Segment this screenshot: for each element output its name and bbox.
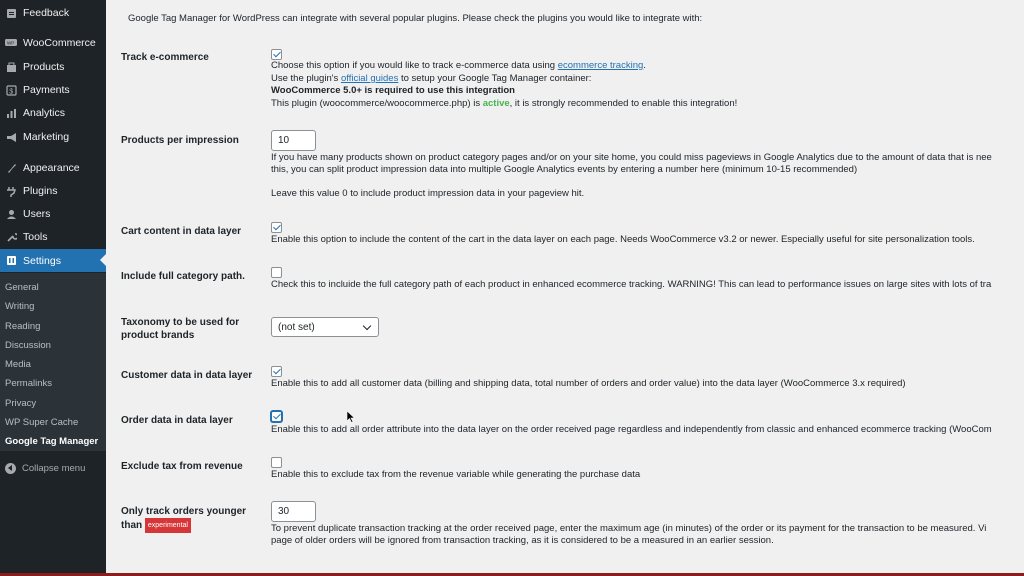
only-track-orders-label: Only track orders younger than experimen… xyxy=(121,505,256,533)
svg-text:WP: WP xyxy=(7,41,14,46)
sidebar-item-label: Feedback xyxy=(23,7,70,19)
plugin-active-status: active xyxy=(482,98,510,109)
submenu-item-google-tag-manager[interactable]: Google Tag Manager xyxy=(5,436,98,447)
sidebar-item-label: WooCommerce xyxy=(23,37,96,49)
taxonomy-brands-select[interactable]: (not set) xyxy=(271,317,379,337)
taxonomy-brands-selected-value: (not set) xyxy=(278,321,315,333)
products-per-impression-label: Products per impression xyxy=(121,135,239,146)
sidebar-item-products[interactable]: Products xyxy=(0,56,106,78)
sidebar-item-label: Payments xyxy=(23,84,70,96)
sidebar-item-woocommerce[interactable]: WP WooCommerce xyxy=(0,32,106,54)
settings-icon xyxy=(5,255,17,267)
desc-text: Use the plugin's xyxy=(271,73,341,84)
collapse-arrow-icon xyxy=(5,462,16,474)
appearance-icon xyxy=(5,162,17,174)
submenu-item-media[interactable]: Media xyxy=(5,359,31,370)
sidebar-item-label: Users xyxy=(23,208,51,220)
sidebar-item-users[interactable]: Users xyxy=(0,203,106,225)
products-per-impression-input[interactable] xyxy=(271,130,316,151)
full-category-path-desc: Check this to incluide the full category… xyxy=(271,279,992,290)
official-guides-link[interactable]: official guides xyxy=(341,73,398,84)
cart-content-label: Cart content in data layer xyxy=(121,226,242,237)
desc-text: This plugin (woocommerce/woocommerce.php… xyxy=(271,98,483,109)
settings-main-content: Google Tag Manager for WordPress can int… xyxy=(106,0,1024,576)
payments-icon: $ xyxy=(5,84,17,96)
submenu-item-general[interactable]: General xyxy=(5,282,39,293)
sidebar-item-marketing[interactable]: Marketing xyxy=(0,126,106,148)
order-data-checkbox[interactable] xyxy=(271,411,282,422)
sidebar-item-label: Plugins xyxy=(23,185,58,197)
products-per-impression-desc-line1: If you have many products shown on produ… xyxy=(271,152,992,163)
full-category-path-checkbox[interactable] xyxy=(271,267,282,278)
products-icon xyxy=(5,61,17,73)
order-data-desc: Enable this to add all order attribute i… xyxy=(271,424,992,435)
exclude-tax-checkbox[interactable] xyxy=(271,457,282,468)
integration-intro-text: Google Tag Manager for WordPress can int… xyxy=(128,13,703,24)
svg-text:$: $ xyxy=(9,88,13,95)
sidebar-item-label: Tools xyxy=(23,231,48,243)
submenu-item-privacy[interactable]: Privacy xyxy=(5,398,36,409)
track-ecommerce-desc-line2: Use the plugin's official guides to setu… xyxy=(271,73,591,86)
analytics-icon xyxy=(5,107,17,119)
cart-content-desc: Enable this option to include the conten… xyxy=(271,234,975,245)
submenu-item-permalinks[interactable]: Permalinks xyxy=(5,378,52,389)
track-ecommerce-label: Track e-commerce xyxy=(121,52,209,63)
order-data-label: Order data in data layer xyxy=(121,415,233,426)
only-track-orders-desc-line2: page of older orders will be ignored fro… xyxy=(271,535,774,546)
sidebar-item-analytics[interactable]: Analytics xyxy=(0,102,106,124)
submenu-item-reading[interactable]: Reading xyxy=(5,321,40,332)
plugins-icon xyxy=(5,185,17,197)
sidebar-item-feedback[interactable]: Feedback xyxy=(0,2,106,24)
desc-text: Choose this option if you would like to … xyxy=(271,60,558,71)
only-track-orders-input[interactable] xyxy=(271,501,316,522)
track-ecommerce-checkbox[interactable] xyxy=(271,49,282,60)
sidebar-item-tools[interactable]: Tools xyxy=(0,226,106,248)
exclude-tax-label: Exclude tax from revenue xyxy=(121,461,243,472)
track-ecommerce-desc-line1: Choose this option if you would like to … xyxy=(271,60,646,73)
woocommerce-icon: WP xyxy=(5,37,17,49)
submenu-item-discussion[interactable]: Discussion xyxy=(5,340,51,351)
desc-text: , it is strongly recommended to enable t… xyxy=(509,98,738,109)
full-category-path-label: Include full category path. xyxy=(121,271,245,282)
sidebar-item-label: Products xyxy=(23,61,65,73)
sidebar-item-label: Settings xyxy=(23,254,61,267)
sidebar-item-plugins[interactable]: Plugins xyxy=(0,180,106,202)
customer-data-label: Customer data in data layer xyxy=(121,370,253,381)
desc-text: to setup your Google Tag Manager contain… xyxy=(398,73,592,84)
settings-submenu: General Writing Reading Discussion Media… xyxy=(0,273,106,451)
submenu-item-writing[interactable]: Writing xyxy=(5,301,34,312)
woocommerce-requirement: WooCommerce 5.0+ is required to use this… xyxy=(271,85,515,96)
cart-content-checkbox[interactable] xyxy=(271,222,282,233)
customer-data-checkbox[interactable] xyxy=(271,366,282,377)
products-per-impression-desc-line2: this, you can split product impression d… xyxy=(271,164,858,175)
only-track-orders-desc-line1: To prevent duplicate transaction trackin… xyxy=(271,523,987,534)
sidebar-item-label: Marketing xyxy=(23,131,70,143)
sidebar-item-payments[interactable]: $ Payments xyxy=(0,79,106,101)
marketing-icon xyxy=(5,131,17,143)
sidebar-item-label: Analytics xyxy=(23,107,66,119)
sidebar-item-settings[interactable]: Settings xyxy=(0,249,106,272)
submenu-item-wp-super-cache[interactable]: WP Super Cache xyxy=(5,417,78,428)
exclude-tax-desc: Enable this to exclude tax from the reve… xyxy=(271,469,641,480)
collapse-menu-label: Collapse menu xyxy=(22,462,86,474)
experimental-badge: experimental xyxy=(144,518,191,533)
feedback-icon xyxy=(5,7,17,19)
collapse-menu-button[interactable]: Collapse menu xyxy=(0,459,106,477)
sidebar-item-appearance[interactable]: Appearance xyxy=(0,157,106,179)
chevron-down-icon xyxy=(362,321,372,330)
taxonomy-brands-label: Taxonomy to be used for product brands xyxy=(121,317,240,341)
customer-data-desc: Enable this to add all customer data (bi… xyxy=(271,378,906,389)
track-ecommerce-desc-line3: WooCommerce 5.0+ is required to use this… xyxy=(271,85,515,98)
track-ecommerce-desc-line4: This plugin (woocommerce/woocommerce.php… xyxy=(271,98,737,111)
users-icon xyxy=(5,208,17,220)
desc-text: . xyxy=(643,60,646,71)
products-per-impression-desc-line3: Leave this value 0 to include product im… xyxy=(271,188,585,199)
admin-sidebar: Feedback WP WooCommerce Products $ Payme… xyxy=(0,0,106,576)
sidebar-item-label: Appearance xyxy=(23,162,80,174)
ecommerce-tracking-link[interactable]: ecommerce tracking xyxy=(558,60,644,71)
tools-icon xyxy=(5,231,17,243)
